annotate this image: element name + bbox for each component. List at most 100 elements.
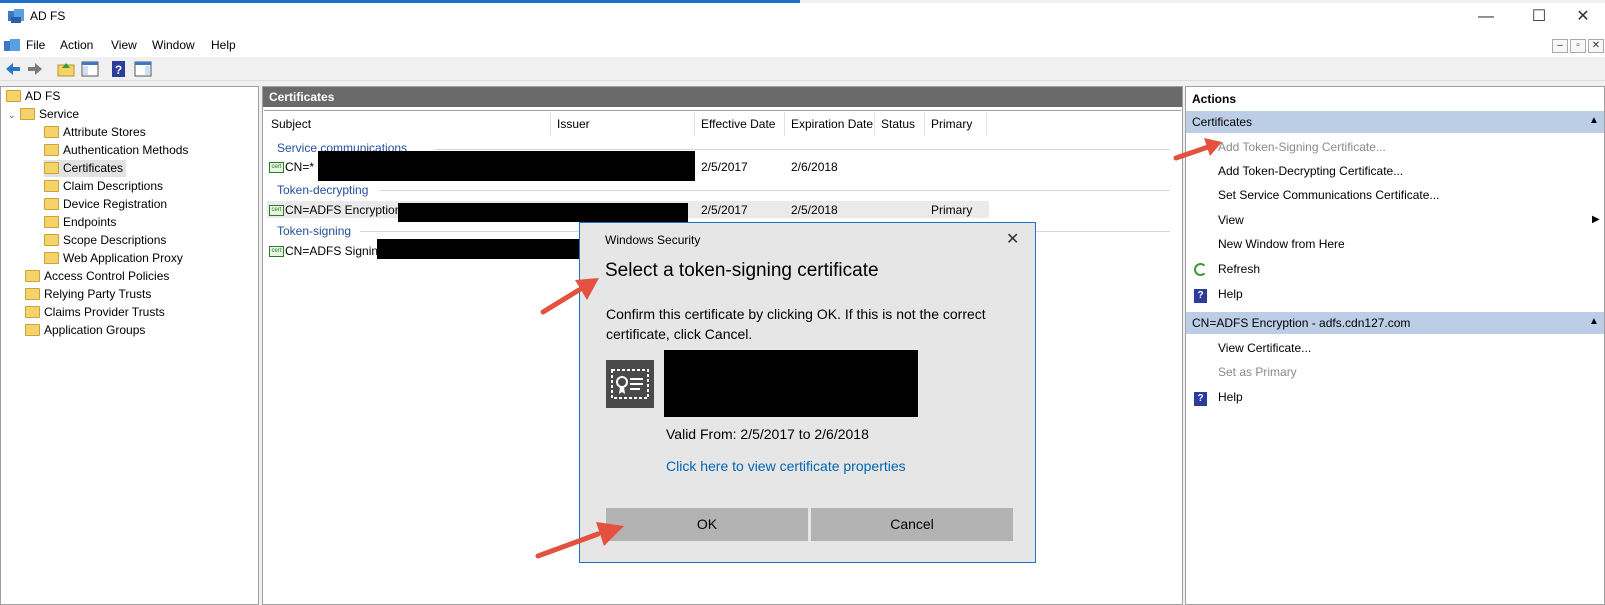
show-hide-console-tree-icon[interactable] bbox=[81, 60, 99, 78]
mdi-minimize-button[interactable]: – bbox=[1552, 39, 1568, 53]
folder-icon bbox=[20, 107, 35, 120]
back-arrow-icon[interactable] bbox=[4, 60, 22, 78]
menu-file[interactable]: File bbox=[26, 38, 45, 52]
tree-node-attribute-stores[interactable]: Attribute Stores bbox=[44, 124, 146, 141]
actions-section-selected-certificate[interactable]: CN=ADFS Encryption - adfs.cdn127.com bbox=[1186, 312, 1604, 334]
help-icon: ? bbox=[1194, 390, 1207, 406]
ok-button[interactable]: OK bbox=[606, 508, 808, 541]
submenu-arrow-icon: ▶ bbox=[1592, 214, 1600, 225]
group-token-decrypting: Token-decrypting bbox=[277, 183, 369, 197]
action-refresh[interactable]: Refresh bbox=[1218, 262, 1260, 276]
window-title: AD FS bbox=[30, 9, 66, 23]
tree-node-endpoints[interactable]: Endpoints bbox=[44, 214, 116, 231]
certificate-icon: cert bbox=[269, 162, 284, 174]
menu-view[interactable]: View bbox=[111, 38, 137, 52]
action-view[interactable]: View bbox=[1218, 213, 1244, 227]
column-header-divider bbox=[264, 110, 1181, 111]
actions-title: Actions bbox=[1192, 92, 1237, 106]
redacted-block bbox=[318, 151, 695, 181]
toolbar bbox=[0, 57, 1605, 81]
folder-icon bbox=[44, 233, 59, 246]
tree-node-web-application-proxy[interactable]: Web Application Proxy bbox=[44, 250, 183, 267]
mmc-menu-icon bbox=[4, 39, 20, 51]
cert-row-token-decrypting[interactable]: cert CN=ADFS Encryption - bbox=[269, 203, 409, 217]
folder-icon bbox=[44, 215, 59, 228]
cell-effective-date: 2/5/2017 bbox=[701, 160, 748, 174]
folder-icon bbox=[25, 305, 40, 318]
menu-action[interactable]: Action bbox=[60, 38, 93, 52]
dialog-caption: Windows Security bbox=[605, 233, 701, 247]
up-folder-icon[interactable] bbox=[57, 60, 75, 78]
center-panel-title: Certificates bbox=[263, 87, 1182, 107]
minimize-button[interactable]: — bbox=[1466, 6, 1506, 30]
close-window-button[interactable]: ✕ bbox=[1563, 6, 1603, 30]
certificate-icon: cert bbox=[269, 205, 284, 217]
tree-node-certificates[interactable]: Certificates bbox=[44, 160, 127, 177]
cancel-button[interactable]: Cancel bbox=[811, 508, 1013, 541]
help-icon[interactable]: ? bbox=[110, 60, 128, 78]
tree-node-scope-descriptions[interactable]: Scope Descriptions bbox=[44, 232, 166, 249]
cert-row-token-signing[interactable]: cert CN=ADFS Signing bbox=[269, 244, 385, 258]
folder-icon bbox=[44, 125, 59, 138]
column-header-expiration-date[interactable]: Expiration Date bbox=[785, 112, 875, 136]
action-help[interactable]: Help bbox=[1218, 287, 1243, 301]
folder-icon bbox=[44, 143, 59, 156]
action-new-window-from-here[interactable]: New Window from Here bbox=[1218, 237, 1345, 251]
redacted-block bbox=[398, 203, 688, 222]
action-add-token-decrypting-certificate[interactable]: Add Token-Decrypting Certificate... bbox=[1218, 164, 1403, 178]
tree-node-adfs[interactable]: AD FS bbox=[6, 88, 60, 105]
title-bar bbox=[0, 3, 1605, 35]
menu-window[interactable]: Window bbox=[152, 38, 195, 52]
console-tree-panel bbox=[0, 86, 259, 605]
actions-section-certificates[interactable]: Certificates bbox=[1186, 111, 1604, 133]
folder-icon bbox=[6, 89, 21, 102]
dialog-close-button[interactable]: ✕ bbox=[1006, 229, 1019, 249]
tree-node-service[interactable]: ⌄ Service bbox=[8, 106, 79, 123]
group-divider bbox=[380, 190, 1170, 191]
tree-node-device-registration[interactable]: Device Registration bbox=[44, 196, 167, 213]
tree-node-application-groups[interactable]: Application Groups bbox=[25, 322, 145, 339]
action-view-certificate[interactable]: View Certificate... bbox=[1218, 341, 1311, 355]
column-header-status[interactable]: Status bbox=[875, 112, 925, 136]
annotation-arrow-icon bbox=[540, 278, 599, 315]
view-certificate-properties-link[interactable]: Click here to view certificate propertie… bbox=[666, 458, 906, 474]
show-hide-action-pane-icon[interactable] bbox=[134, 60, 152, 78]
forward-arrow-icon[interactable] bbox=[26, 60, 44, 78]
tree-node-claims-provider-trusts[interactable]: Claims Provider Trusts bbox=[25, 304, 165, 321]
redacted-certificate-name bbox=[664, 350, 918, 417]
action-set-service-communications-certificate[interactable]: Set Service Communications Certificate..… bbox=[1218, 188, 1439, 202]
folder-icon bbox=[44, 251, 59, 264]
tree-node-access-control-policies[interactable]: Access Control Policies bbox=[25, 268, 169, 285]
cell-effective-date: 2/5/2017 bbox=[701, 203, 748, 217]
dialog-heading: Select a token-signing certificate bbox=[605, 260, 879, 281]
tree-node-relying-party-trusts[interactable]: Relying Party Trusts bbox=[25, 286, 151, 303]
certificate-icon bbox=[606, 360, 654, 408]
column-header-primary[interactable]: Primary bbox=[925, 112, 987, 136]
column-header-issuer[interactable]: Issuer bbox=[551, 112, 695, 136]
column-header-effective-date[interactable]: Effective Date bbox=[695, 112, 785, 136]
group-divider bbox=[435, 149, 1170, 150]
mdi-restore-button[interactable]: ▫ bbox=[1570, 39, 1586, 53]
cell-expiration-date: 2/5/2018 bbox=[791, 203, 838, 217]
column-header-subject[interactable]: Subject bbox=[265, 112, 551, 136]
action-help-selected[interactable]: Help bbox=[1218, 390, 1243, 404]
action-set-as-primary[interactable]: Set as Primary bbox=[1218, 365, 1297, 379]
tree-node-claim-descriptions[interactable]: Claim Descriptions bbox=[44, 178, 163, 195]
action-add-token-signing-certificate[interactable]: Add Token-Signing Certificate... bbox=[1218, 140, 1386, 154]
refresh-icon bbox=[1194, 263, 1207, 279]
folder-icon bbox=[44, 161, 59, 174]
dialog-valid-dates: Valid From: 2/5/2017 to 2/6/2018 bbox=[666, 426, 869, 442]
chevron-down-icon[interactable]: ⌄ bbox=[8, 107, 20, 124]
menu-help[interactable]: Help bbox=[211, 38, 236, 52]
cell-primary: Primary bbox=[931, 203, 973, 217]
maximize-button[interactable]: ☐ bbox=[1519, 6, 1559, 30]
mdi-close-button[interactable]: ✕ bbox=[1588, 39, 1604, 53]
folder-icon bbox=[44, 197, 59, 210]
annotation-arrow-icon bbox=[1173, 138, 1222, 161]
collapse-icon[interactable]: ▲ bbox=[1589, 316, 1599, 327]
menu-bar bbox=[0, 35, 1605, 57]
adfs-app-icon bbox=[8, 9, 24, 23]
tree-node-authentication-methods[interactable]: Authentication Methods bbox=[44, 142, 188, 159]
cert-row-service-communications[interactable]: cert CN=* bbox=[269, 160, 314, 174]
collapse-icon[interactable]: ▲ bbox=[1589, 115, 1599, 126]
